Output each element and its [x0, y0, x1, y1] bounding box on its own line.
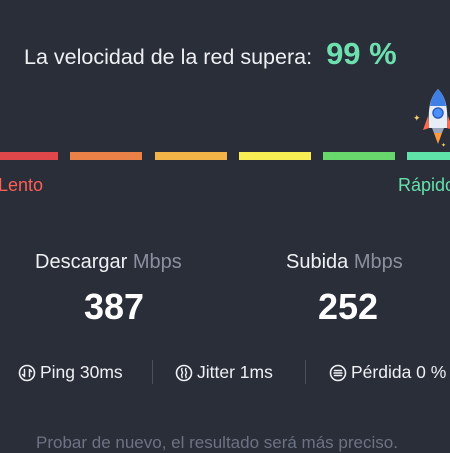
- retest-hint[interactable]: Probar de nuevo, el resultado será más p…: [36, 433, 398, 453]
- divider: [152, 360, 153, 384]
- scale-segment-4: [239, 152, 311, 160]
- packet-loss-metric: Pérdida 0 %: [329, 362, 446, 383]
- upload-unit: Mbps: [353, 251, 403, 273]
- scale-slow-label: Lento: [0, 175, 44, 195]
- packet-loss-icon: [329, 364, 347, 381]
- upload-speed-value: 252: [318, 286, 379, 327]
- ping-text: Ping 30ms: [40, 362, 123, 382]
- jitter-metric: Jitter 1ms: [175, 362, 273, 383]
- rocket-icon: [423, 89, 450, 144]
- speed-result-headline: La velocidad de la red supera: 99 %: [24, 36, 397, 71]
- upload-title: Subida Mbps: [286, 251, 403, 274]
- jitter-text: Jitter 1ms: [197, 362, 273, 382]
- upload-label: Subida: [286, 251, 349, 273]
- divider: [305, 360, 306, 384]
- ping-icon: [18, 364, 36, 381]
- headline-text: La velocidad de la red supera:: [24, 45, 313, 69]
- download-unit: Mbps: [132, 251, 182, 273]
- scale-segment-1: [0, 152, 58, 160]
- scale-segment-5: [323, 152, 395, 160]
- scale-segment-2: [70, 152, 142, 160]
- ping-metric: Ping 30ms: [18, 362, 123, 383]
- packet-loss-text: Pérdida 0 %: [351, 362, 447, 382]
- download-speed-value: 387: [84, 286, 145, 327]
- jitter-icon: [175, 364, 193, 381]
- scale-segment-6: [407, 152, 450, 160]
- percentile-value: 99 %: [326, 36, 397, 71]
- scale-fast-label: Rápido: [398, 175, 450, 195]
- download-title: Descargar Mbps: [35, 251, 182, 274]
- download-label: Descargar: [35, 251, 128, 273]
- scale-segment-3: [155, 152, 227, 160]
